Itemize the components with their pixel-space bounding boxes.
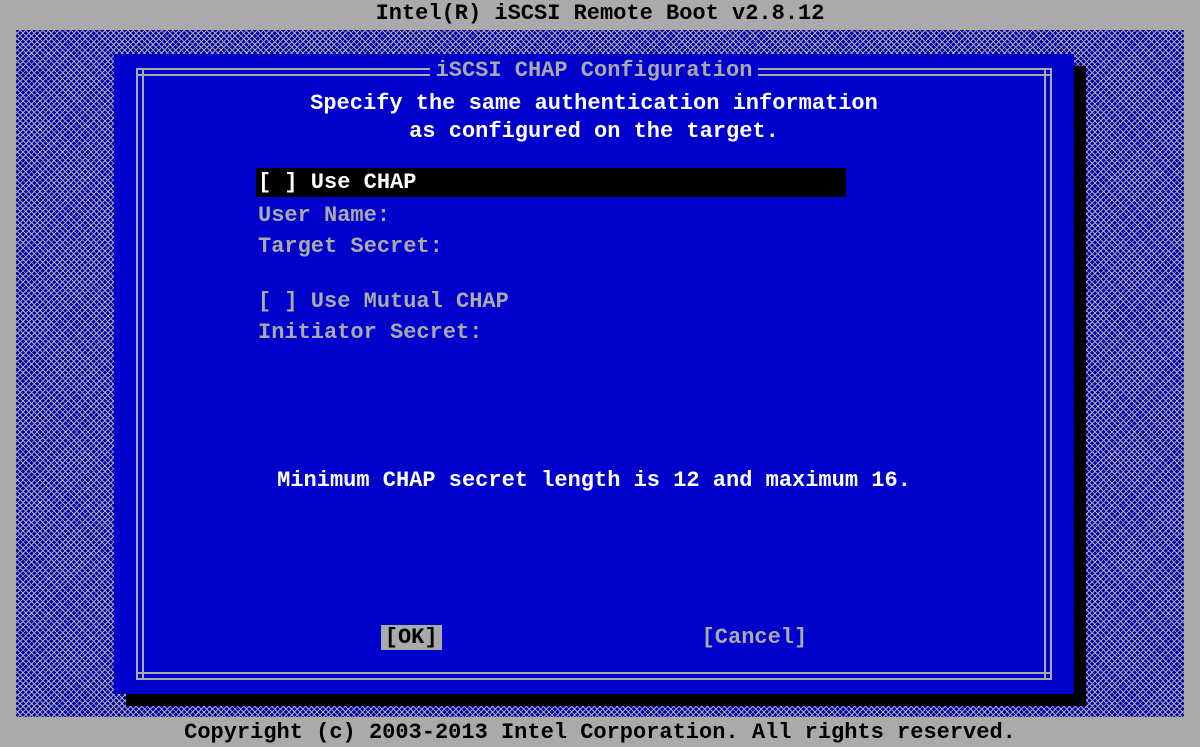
cancel-button[interactable]: [Cancel] xyxy=(702,625,808,650)
bios-screen: Intel(R) iSCSI Remote Boot v2.8.12 iSCSI… xyxy=(0,0,1200,747)
secret-length-hint: Minimum CHAP secret length is 12 and max… xyxy=(136,468,1052,493)
dialog-inner: iSCSI CHAP Configuration Specify the sam… xyxy=(136,68,1052,680)
user-name-field[interactable]: User Name: xyxy=(258,201,1002,232)
frame-line xyxy=(136,672,1052,674)
dialog-subtitle: Specify the same authentication informat… xyxy=(136,68,1052,145)
initiator-secret-field[interactable]: Initiator Secret: xyxy=(258,318,1002,349)
frame-line xyxy=(136,678,1052,680)
frame-line xyxy=(1050,68,1052,680)
use-chap-checkbox[interactable]: [ ] Use CHAP xyxy=(256,168,846,197)
frame-line xyxy=(1044,68,1046,680)
ok-button[interactable]: [OK] xyxy=(381,625,442,650)
target-secret-field[interactable]: Target Secret: xyxy=(258,232,1002,263)
app-title: Intel(R) iSCSI Remote Boot v2.8.12 xyxy=(376,1,825,26)
disabled-group: [ ] Use Mutual CHAP Initiator Secret: xyxy=(256,287,1002,349)
form-area: [ ] Use CHAP User Name: Target Secret: [… xyxy=(256,168,1002,348)
desktop-area: iSCSI CHAP Configuration Specify the sam… xyxy=(0,30,1200,717)
subtitle-line: Specify the same authentication informat… xyxy=(136,90,1052,118)
chap-config-dialog: iSCSI CHAP Configuration Specify the sam… xyxy=(114,54,1074,694)
footer-bar: Copyright (c) 2003-2013 Intel Corporatio… xyxy=(0,717,1200,747)
spacer xyxy=(256,263,1002,283)
frame-line xyxy=(136,68,1052,70)
subtitle-line: as configured on the target. xyxy=(136,118,1052,146)
header-bar: Intel(R) iSCSI Remote Boot v2.8.12 xyxy=(0,0,1200,30)
copyright-text: Copyright (c) 2003-2013 Intel Corporatio… xyxy=(184,720,1016,745)
button-row: [OK] [Cancel] xyxy=(136,625,1052,650)
frame-line xyxy=(136,74,1052,76)
frame-line xyxy=(142,68,144,680)
use-mutual-chap-checkbox[interactable]: [ ] Use Mutual CHAP xyxy=(258,287,1002,318)
frame-line xyxy=(136,68,138,680)
disabled-group: User Name: Target Secret: xyxy=(256,201,1002,263)
